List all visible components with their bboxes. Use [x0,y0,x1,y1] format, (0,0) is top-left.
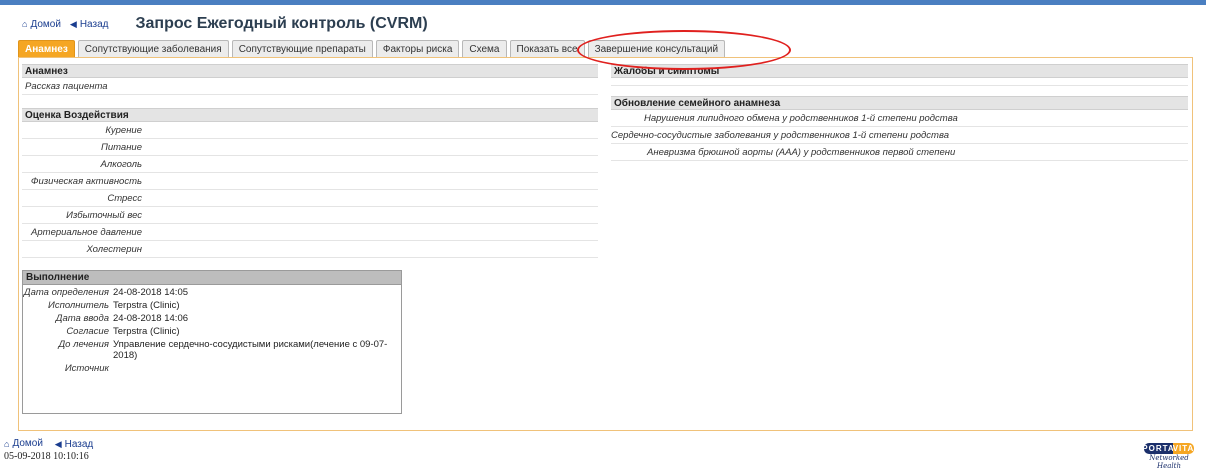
impact-panel: Оценка Воздействия Курение Питание Алког… [22,108,598,258]
exec-value: Управление сердечно-сосудистыми рисками(… [113,339,388,361]
family-history-title: Обновление семейного анамнеза [611,96,1188,110]
execution-panel: Выполнение Дата определения 24-08-2018 1… [22,270,402,414]
exec-key: Источник [64,363,109,374]
complaints-panel: Жалобы и симптомы [611,64,1188,86]
footer-home-link[interactable]: ⌂ Домой [4,438,43,449]
logo-tagline: Networked Health [1149,454,1189,470]
logo-vita-text: VITA [1172,443,1195,454]
page-header: ⌂ Домой ◀ Назад Запрос Ежегодный контрол… [22,14,428,34]
exec-key: До лечения [58,339,109,350]
home-link[interactable]: ⌂ Домой [22,19,61,30]
exec-value: 24-08-2018 14:05 [113,287,189,298]
tab-scheme[interactable]: Схема [462,40,507,57]
exec-row-date: Дата определения 24-08-2018 14:05 [23,287,401,298]
exec-value [113,363,401,374]
exec-value: Terpstra (Clinic) [113,326,180,337]
footer-back-label: Назад [64,438,94,450]
family-row-aaa[interactable]: Аневризма брюшной аорты (ААА) у родствен… [611,144,1188,161]
content-area: Анамнез Рассказ пациента Оценка Воздейст… [18,57,1193,431]
home-icon: ⌂ [22,19,28,29]
exec-row-consent: Согласие Terpstra (Clinic) [23,326,401,337]
exec-key: Дата определения [23,287,109,298]
footer-back-link[interactable]: ◀ Назад [55,439,94,450]
family-row-cardiovascular[interactable]: Сердечно-сосудистые заболевания у родств… [611,127,1188,144]
family-history-panel: Обновление семейного анамнеза Нарушения … [611,96,1188,161]
impact-row-cholesterol[interactable]: Холестерин [22,241,598,258]
home-label: Домой [30,18,61,30]
impact-row-blood-pressure[interactable]: Артериальное давление [22,224,598,241]
exec-key: Согласие [66,326,109,337]
logo-porta-text: PORTA [1142,443,1175,454]
impact-row-smoking[interactable]: Курение [22,122,598,139]
tab-consultation-completion[interactable]: Завершение консультаций [587,40,726,57]
page-title: Запрос Ежегодный контроль (CVRM) [135,15,428,32]
back-label: Назад [79,18,109,30]
top-accent-bar [0,0,1206,5]
back-arrow-icon: ◀ [54,438,62,449]
footer-timestamp: 05-09-2018 10:10:16 [4,451,89,462]
impact-row-physical-activity[interactable]: Физическая активность [22,173,598,190]
tab-bar: Анамнез Сопутствующие заболевания Сопутс… [18,40,728,57]
family-row-lipid[interactable]: Нарушения липидного обмена у родственник… [611,110,1188,127]
tab-risk-factors[interactable]: Факторы риска [375,40,460,57]
exec-row-performer: Исполнитель Terpstra (Clinic) [23,300,401,311]
exec-row-pretreatment: До лечения Управление сердечно-сосудисты… [23,339,401,361]
patient-story-field[interactable]: Рассказ пациента [22,78,598,95]
anamnesis-panel: Анамнез Рассказ пациента [22,64,598,95]
impact-title: Оценка Воздействия [22,108,598,122]
tab-anamnesis[interactable]: Анамнез [18,40,75,57]
impact-row-alcohol[interactable]: Алкоголь [22,156,598,173]
footer-home-label: Домой [12,438,43,449]
tab-comorbidities[interactable]: Сопутствующие заболевания [77,40,229,57]
anamnesis-title: Анамнез [22,64,598,78]
footer-nav: ⌂ Домой ◀ Назад [4,438,102,450]
tab-concomitant-drugs[interactable]: Сопутствующие препараты [231,40,373,57]
back-arrow-icon: ◀ [69,18,77,29]
complaints-row[interactable] [611,78,1188,86]
exec-key: Исполнитель [48,300,109,311]
exec-row-entry-date: Дата ввода 24-08-2018 14:06 [23,313,401,324]
portavita-logo: PORTA VITA Networked Health [1142,443,1195,470]
home-icon: ⌂ [4,438,10,449]
exec-value: 24-08-2018 14:06 [113,313,189,324]
complaints-title: Жалобы и симптомы [611,64,1188,78]
impact-row-overweight[interactable]: Избыточный вес [22,207,598,224]
tab-show-all[interactable]: Показать все [509,40,585,57]
exec-row-source: Источник [23,363,401,374]
execution-title: Выполнение [23,271,401,285]
back-link[interactable]: ◀ Назад [70,19,109,30]
exec-key: Дата ввода [55,313,109,324]
impact-row-nutrition[interactable]: Питание [22,139,598,156]
exec-value: Terpstra (Clinic) [113,300,180,311]
impact-row-stress[interactable]: Стресс [22,190,598,207]
